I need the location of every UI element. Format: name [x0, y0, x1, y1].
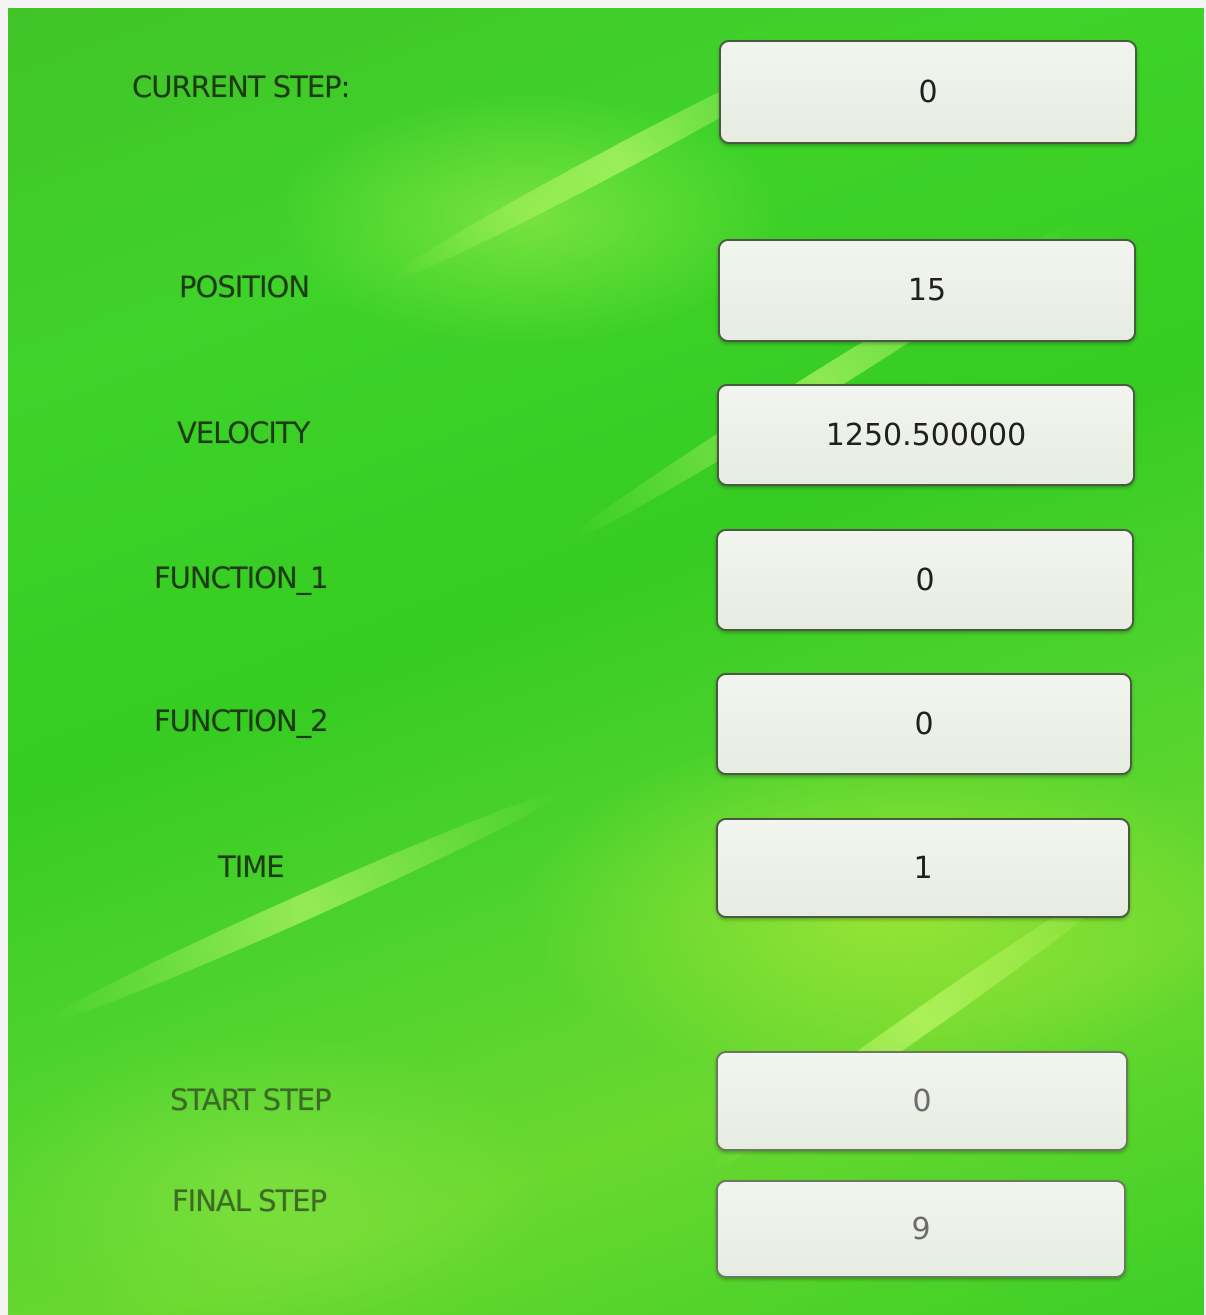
final-step-field[interactable]: 9: [716, 1180, 1126, 1278]
function-1-field[interactable]: 0: [716, 529, 1134, 631]
function-2-label: FUNCTION_2: [154, 704, 329, 738]
velocity-field[interactable]: 1250.500000: [717, 384, 1135, 486]
time-label: TIME: [218, 850, 285, 884]
hmi-screen: CURRENT STEP: 0 POSITION 15 VELOCITY 125…: [8, 8, 1204, 1315]
time-field[interactable]: 1: [716, 818, 1130, 918]
start-step-field[interactable]: 0: [716, 1051, 1128, 1151]
start-step-label: START STEP: [170, 1083, 332, 1117]
position-label: POSITION: [179, 270, 310, 304]
background-streak: [42, 781, 565, 1033]
function-2-field[interactable]: 0: [716, 673, 1132, 775]
velocity-label: VELOCITY: [177, 416, 310, 450]
final-step-label: FINAL STEP: [172, 1184, 327, 1218]
current-step-label: CURRENT STEP:: [132, 70, 350, 104]
position-field[interactable]: 15: [718, 239, 1136, 342]
function-1-label: FUNCTION_1: [154, 561, 329, 595]
current-step-field: 0: [719, 40, 1137, 144]
